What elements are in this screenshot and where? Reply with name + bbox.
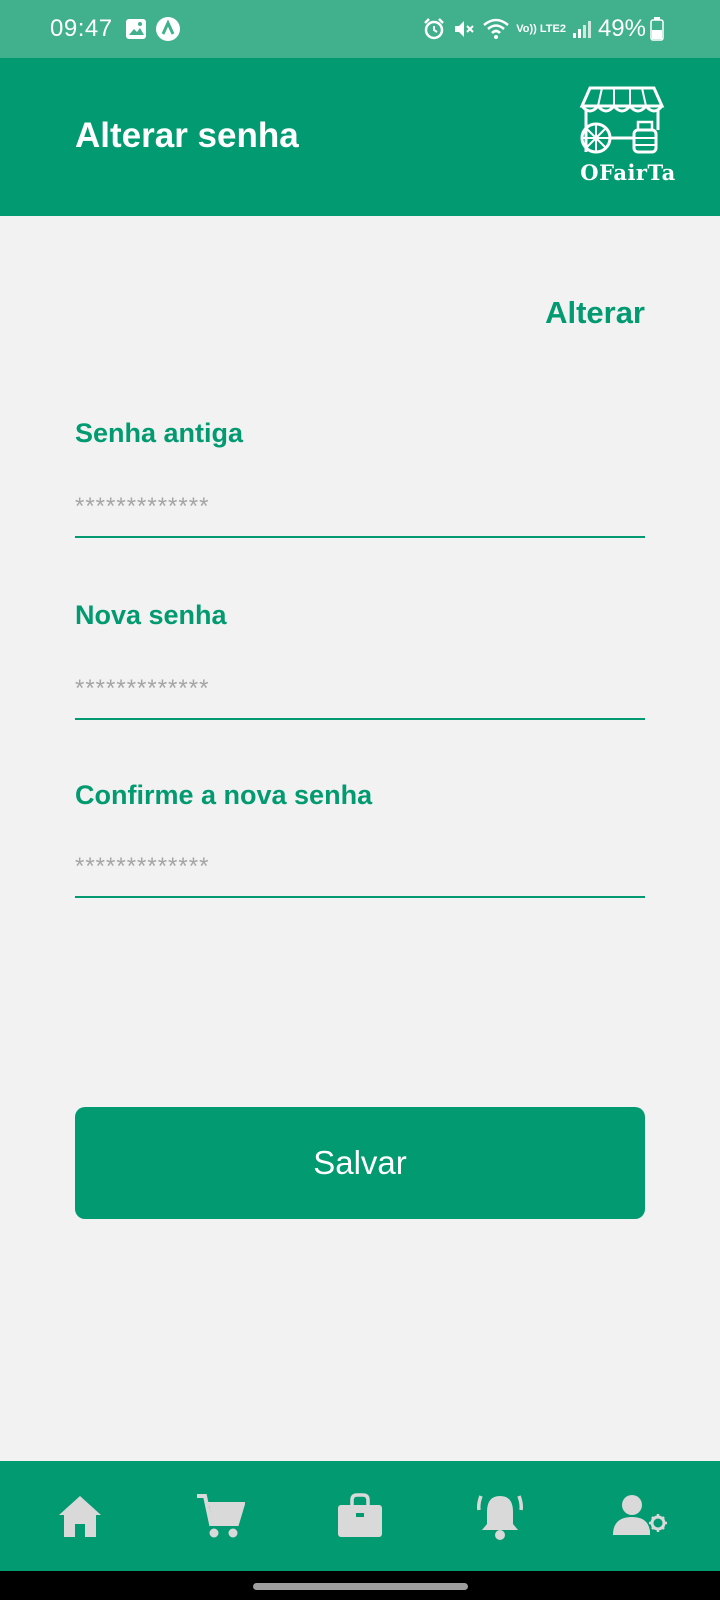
old-password-label: Senha antiga: [75, 418, 244, 448]
confirm-password-input[interactable]: [75, 838, 645, 898]
nav-profile-settings[interactable]: [605, 1481, 675, 1551]
ofairta-logo: OFairTa: [568, 80, 688, 190]
mute-icon: [452, 17, 476, 41]
home-icon: [59, 1496, 101, 1537]
image-icon: [125, 18, 147, 40]
nav-notifications[interactable]: [465, 1481, 535, 1551]
system-navigation-bar: [0, 1571, 720, 1600]
signal-icon: [572, 19, 592, 39]
nav-home[interactable]: [45, 1481, 115, 1551]
app-header: Alterar senha OFairTa: [0, 58, 720, 216]
bell-icon: [477, 1495, 523, 1540]
old-password-input[interactable]: [75, 478, 645, 538]
user-settings-icon: [613, 1495, 667, 1535]
market-stall-icon: [579, 86, 665, 154]
app-notification-icon: [155, 16, 181, 42]
status-left: 09:47: [50, 15, 189, 43]
bottom-nav: [0, 1461, 720, 1571]
wifi-icon: [482, 17, 510, 41]
confirm-password-label: Confirme a nova senha: [75, 780, 373, 810]
status-right: Vo)) LTE2 49%: [422, 15, 670, 43]
battery-icon: [650, 17, 664, 41]
network-label: Vo)) LTE2: [516, 22, 566, 35]
nav-cart[interactable]: [185, 1481, 255, 1551]
status-bar: 09:47 Vo)) LTE2 49%: [0, 0, 720, 58]
home-indicator[interactable]: [253, 1583, 468, 1590]
old-password-field: Senha antiga: [75, 418, 645, 538]
confirm-password-field: Confirme a nova senha: [75, 780, 645, 898]
logo-text: OFairTa: [580, 160, 676, 185]
new-password-field: Nova senha: [75, 600, 645, 720]
nav-bag[interactable]: [325, 1481, 395, 1551]
page-title: Alterar senha: [75, 116, 299, 155]
status-time: 09:47: [50, 15, 113, 42]
shopping-bag-icon: [338, 1493, 382, 1537]
cart-icon: [197, 1494, 245, 1538]
battery-percent: 49%: [597, 15, 646, 42]
new-password-label: Nova senha: [75, 600, 227, 630]
save-button[interactable]: Salvar: [75, 1107, 645, 1219]
alterar-link[interactable]: Alterar: [545, 295, 645, 331]
alarm-icon: [422, 17, 446, 41]
new-password-input[interactable]: [75, 660, 645, 720]
